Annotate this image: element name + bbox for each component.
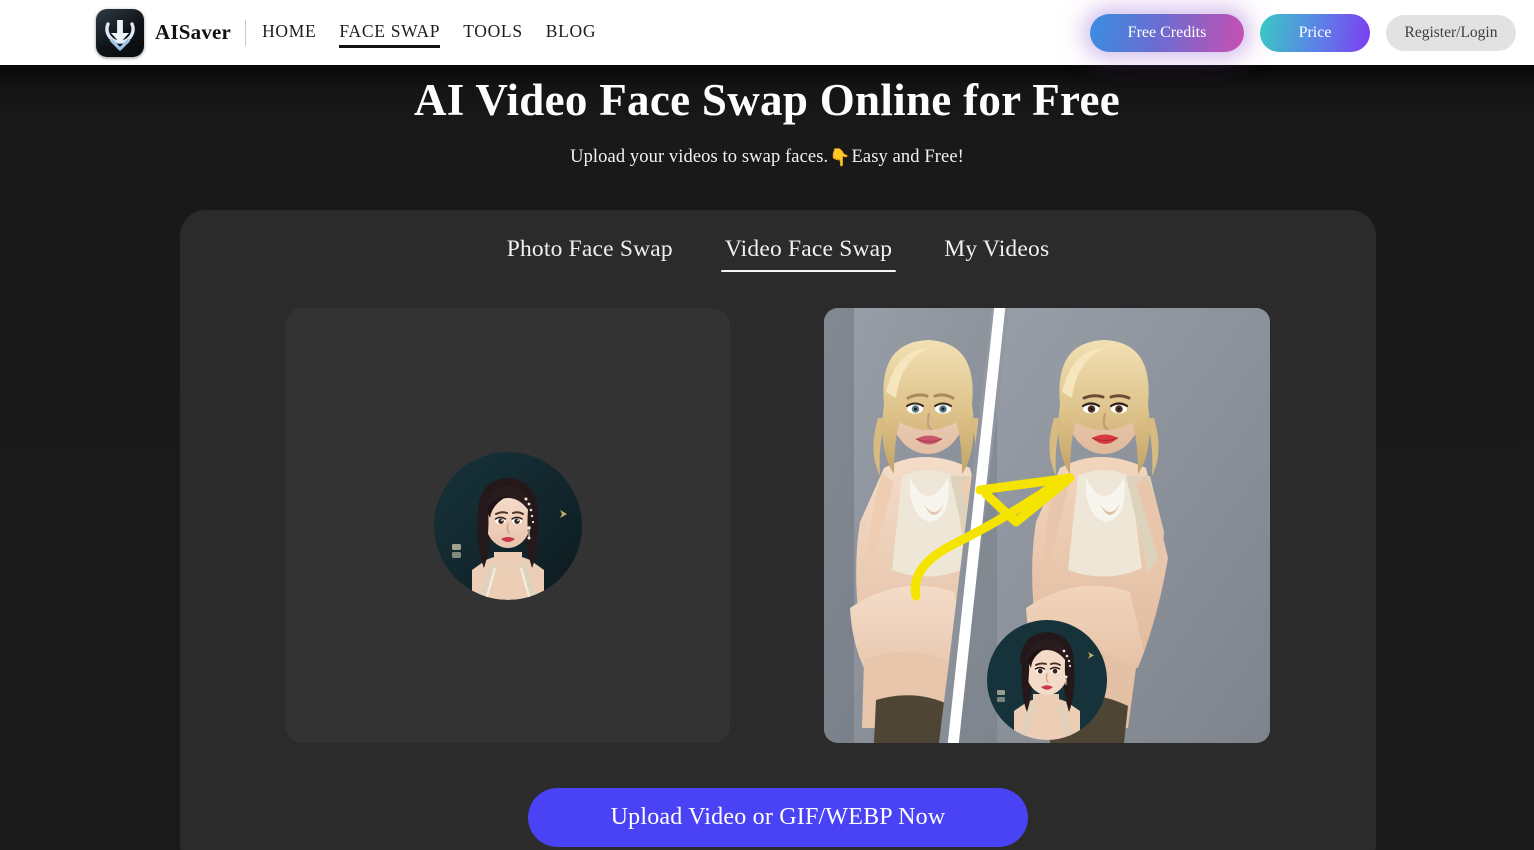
main-nav: HOME FACE SWAP TOOLS BLOG — [262, 0, 596, 65]
site-header: AISaver HOME FACE SWAP TOOLS BLOG Free C… — [0, 0, 1534, 65]
upload-video-button[interactable]: Upload Video or GIF/WEBP Now — [528, 788, 1028, 847]
source-face-drop-panel[interactable] — [285, 308, 730, 743]
free-credits-button[interactable]: Free Credits — [1090, 13, 1244, 52]
card-tabs: Photo Face Swap Video Face Swap My Video… — [180, 236, 1376, 272]
subtitle-text-after: Easy and Free! — [851, 147, 964, 167]
nav-item-tools[interactable]: TOOLS — [463, 21, 523, 45]
page-title: AI Video Face Swap Online for Free — [414, 75, 1120, 125]
nav-item-blog[interactable]: BLOG — [546, 21, 596, 45]
face-swap-card: Photo Face Swap Video Face Swap My Video… — [180, 210, 1376, 850]
nav-item-home[interactable]: HOME — [262, 21, 316, 45]
brand-logo-group[interactable]: AISaver — [96, 8, 232, 57]
page-root: AISaver HOME FACE SWAP TOOLS BLOG Free C… — [0, 0, 1534, 850]
cta-row: Upload Video or GIF/WEBP Now — [180, 788, 1376, 847]
source-face-avatar[interactable] — [433, 451, 582, 600]
header-divider — [245, 19, 247, 46]
page-subtitle: Upload your videos to swap faces.👇Easy a… — [0, 147, 1534, 168]
nav-item-face-swap[interactable]: FACE SWAP — [339, 21, 440, 48]
header-actions: Free Credits Price Register/Login — [1090, 0, 1516, 65]
pointing-down-icon: 👇 — [829, 148, 851, 168]
subtitle-text-before: Upload your videos to swap faces. — [570, 147, 829, 167]
face-swap-demo-preview — [824, 308, 1270, 743]
tab-video-face-swap[interactable]: Video Face Swap — [720, 236, 897, 272]
brand-name: AISaver — [155, 20, 232, 44]
tab-photo-face-swap[interactable]: Photo Face Swap — [503, 236, 677, 272]
tab-my-videos[interactable]: My Videos — [940, 236, 1053, 272]
price-button[interactable]: Price — [1260, 13, 1370, 52]
download-arrow-logo-icon — [96, 8, 144, 57]
register-login-button[interactable]: Register/Login — [1386, 14, 1516, 51]
